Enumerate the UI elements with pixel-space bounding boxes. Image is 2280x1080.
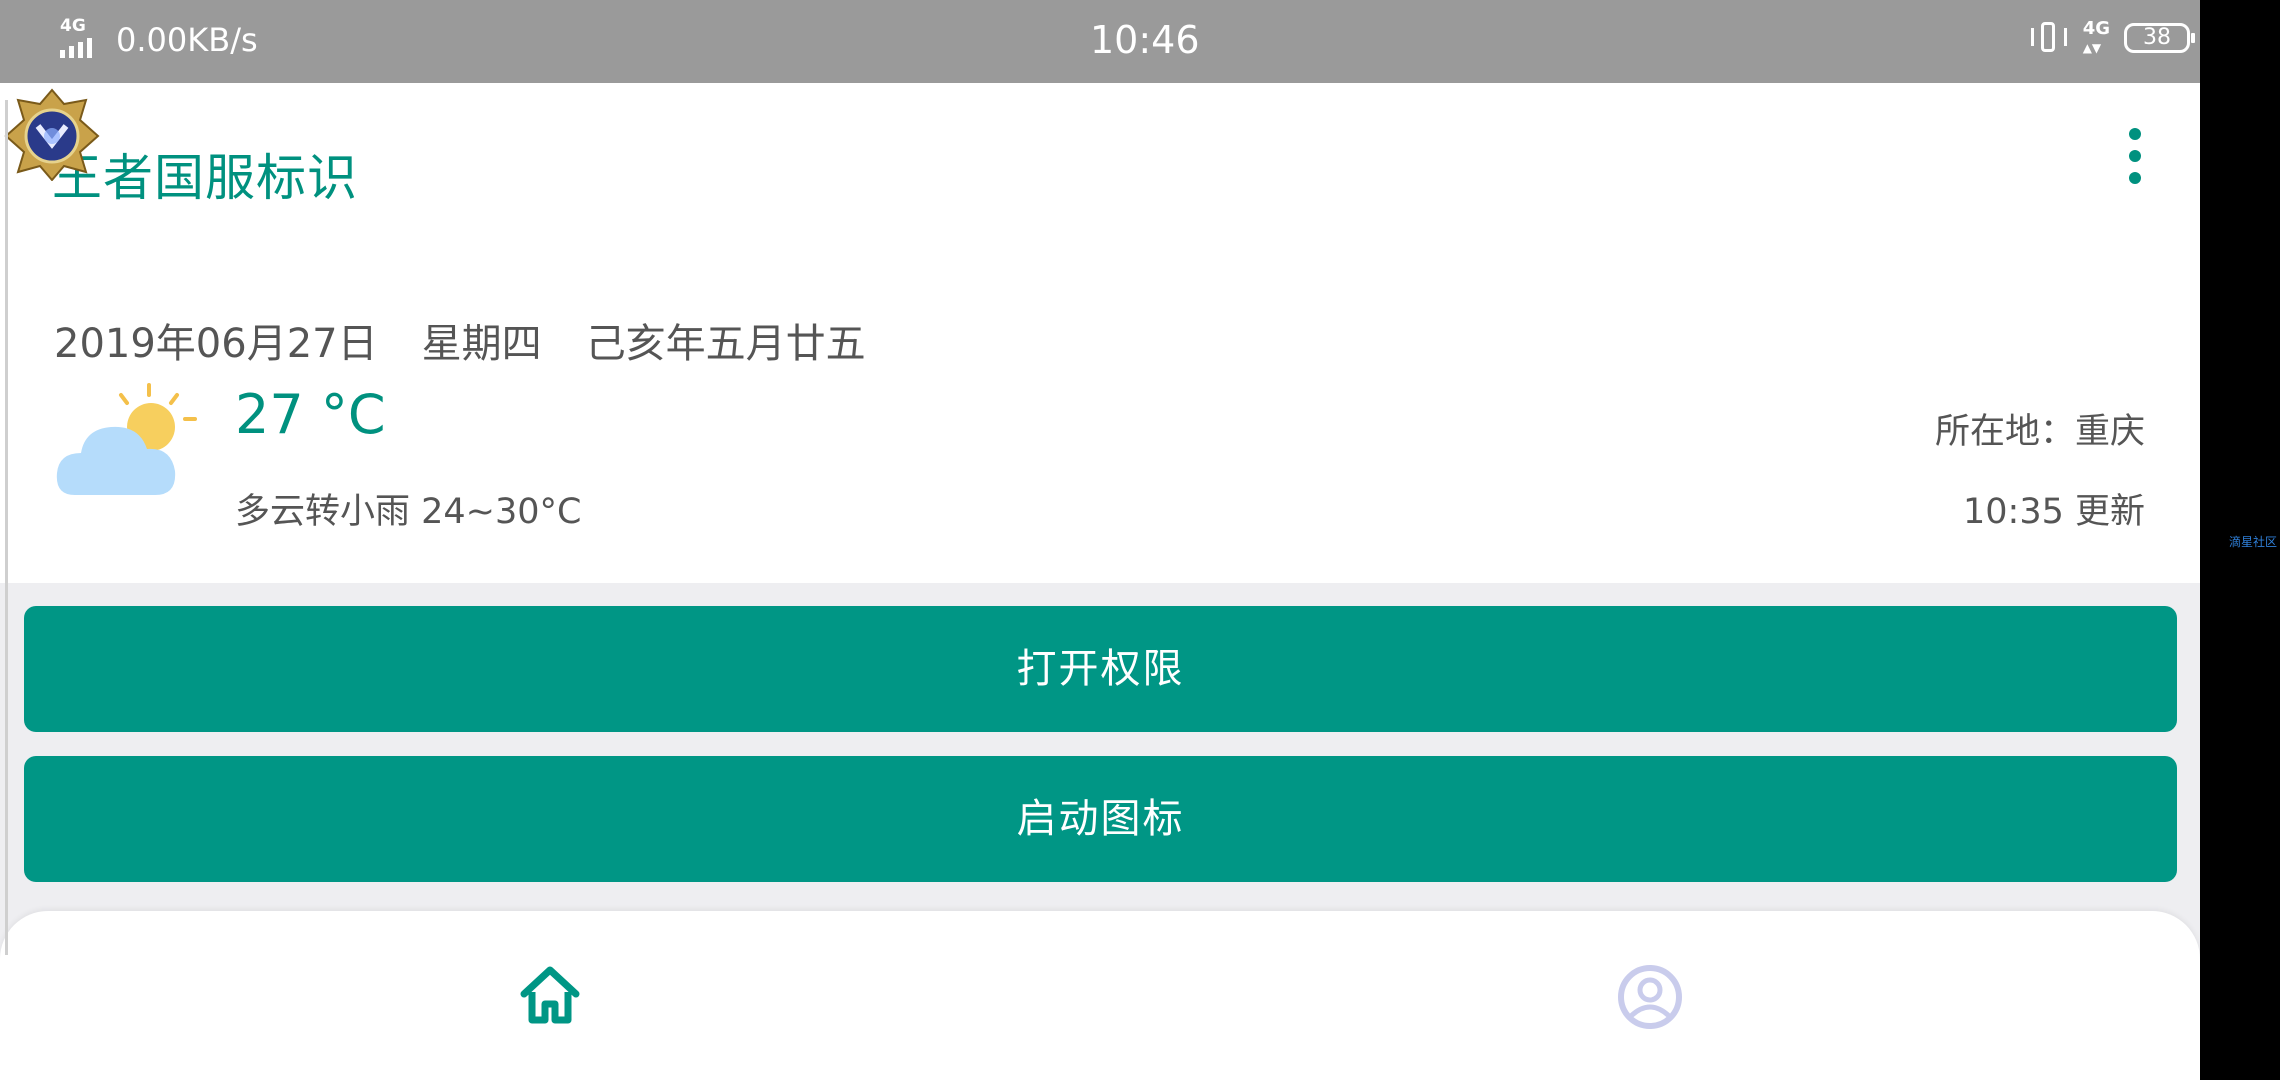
vibrate-icon <box>2029 18 2069 58</box>
status-bar: 4G 0.00KB/s 10:46 4G ▲▼ 38 <box>0 0 2200 83</box>
network-speed: 0.00KB/s <box>116 21 258 59</box>
network-4g-icon: 4G ▲▼ <box>2082 17 2110 55</box>
date-row: 2019年06月27日 星期四 己亥年五月廿五 <box>54 311 866 369</box>
date-text: 2019年06月27日 <box>54 321 378 367</box>
weather-description: 多云转小雨 24~30°C <box>235 492 582 532</box>
lunar-date-text: 己亥年五月廿五 <box>585 321 866 367</box>
bottom-navigation <box>0 911 2200 1080</box>
update-time-text: 10:35 更新 <box>1963 492 2145 532</box>
status-time: 10:46 <box>1090 18 1200 62</box>
open-permission-button[interactable]: 打开权限 <box>24 606 2177 732</box>
logo-icon <box>4 88 100 181</box>
battery-icon: 38 <box>2124 23 2195 53</box>
partly-cloudy-icon <box>56 383 197 495</box>
left-edge-line <box>5 100 8 955</box>
start-icon-button[interactable]: 启动图标 <box>24 756 2177 882</box>
home-icon[interactable] <box>518 964 582 1024</box>
side-label: 滴星社区 <box>2229 535 2278 549</box>
temperature: 27 °C <box>235 383 386 446</box>
weekday-text: 星期四 <box>421 321 542 367</box>
signal-icon: 4G <box>58 16 104 60</box>
location-text: 所在地：重庆 <box>1934 412 2145 452</box>
app-window: 4G 0.00KB/s 10:46 4G ▲▼ 38 王者国服标识 2019年0… <box>0 0 2200 1080</box>
main-card: 王者国服标识 2019年06月27日 星期四 己亥年五月廿五 27 °C 多云转小雨… <box>0 83 2200 583</box>
more-options-button[interactable] <box>2120 128 2150 188</box>
user-circle-icon[interactable] <box>1617 964 1683 1030</box>
